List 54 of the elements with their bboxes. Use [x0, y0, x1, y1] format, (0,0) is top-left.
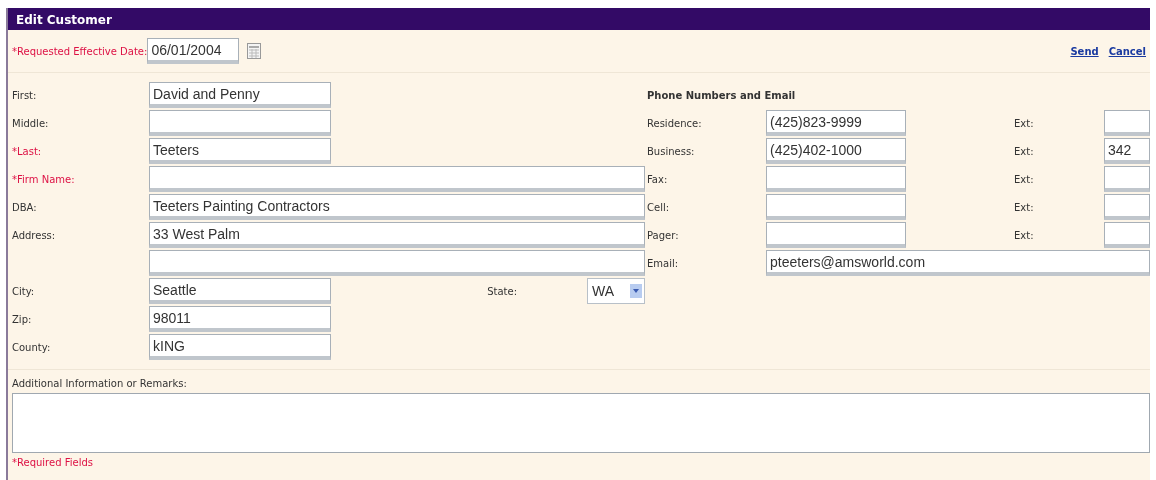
field-label: Zip:	[12, 313, 32, 325]
field-label: Email:	[647, 257, 679, 269]
ext-field[interactable]: 342	[1104, 138, 1150, 164]
field-label: Ext:	[1014, 117, 1034, 129]
field-label: First:	[12, 89, 37, 101]
ext-field[interactable]	[1104, 222, 1150, 248]
ext-field[interactable]	[1104, 110, 1150, 136]
dropdown-icon	[630, 284, 642, 298]
field-label: Business:	[647, 145, 695, 157]
field-label: County:	[12, 341, 51, 353]
field-label: *Firm Name:	[12, 173, 75, 185]
field-label: Ext:	[1014, 229, 1034, 241]
section-heading: Phone Numbers and Email	[647, 89, 796, 101]
text-field[interactable]: Teeters Painting Contractors	[149, 194, 645, 220]
phone-field[interactable]: (425)823-9999	[766, 110, 906, 136]
field-label: City:	[12, 285, 35, 297]
field-label: Ext:	[1014, 145, 1034, 157]
field-label: Pager:	[647, 229, 679, 241]
ext-field[interactable]	[1104, 166, 1150, 192]
field-label: Middle:	[12, 117, 49, 129]
text-field[interactable]	[149, 166, 645, 192]
text-field[interactable]: 98011	[149, 306, 331, 332]
field-label: *Requested Effective Date:	[12, 45, 148, 57]
text-field[interactable]: David and Penny	[149, 82, 331, 108]
field-label: Ext:	[1014, 173, 1034, 185]
phone-field[interactable]: (425)402-1000	[766, 138, 906, 164]
text-field[interactable]: Teeters	[149, 138, 331, 164]
calendar-icon[interactable]	[247, 43, 262, 59]
field-label: Fax:	[647, 173, 668, 185]
required-note: *Required Fields	[12, 457, 94, 468]
action-link[interactable]: Cancel	[1108, 45, 1146, 57]
field-label: *Last:	[12, 145, 42, 157]
text-field[interactable]: kING	[149, 334, 331, 360]
field-label: Cell:	[647, 201, 670, 213]
ext-field[interactable]	[1104, 194, 1150, 220]
date-field[interactable]: 06/01/2004	[147, 38, 240, 64]
field-label: Address:	[12, 229, 56, 241]
state-select[interactable]: WA	[587, 278, 645, 304]
text-field[interactable]: 33 West Palm	[149, 222, 645, 248]
text-field[interactable]: Seattle	[149, 278, 331, 304]
remarks-field[interactable]	[12, 393, 1150, 453]
email-field[interactable]: pteeters@amsworld.com	[766, 250, 1150, 276]
field-label: DBA:	[12, 201, 37, 213]
text-field[interactable]	[149, 110, 331, 136]
field-label: State:	[487, 285, 517, 297]
action-link[interactable]: Send	[1070, 45, 1099, 57]
phone-field[interactable]	[766, 222, 906, 248]
phone-field[interactable]	[766, 166, 906, 192]
phone-field[interactable]	[766, 194, 906, 220]
window-title: Edit Customer	[8, 8, 1150, 30]
field-label: Residence:	[647, 117, 702, 129]
field-label: Additional Information or Remarks:	[12, 378, 188, 389]
text-field[interactable]	[149, 250, 645, 276]
field-label: Ext:	[1014, 201, 1034, 213]
